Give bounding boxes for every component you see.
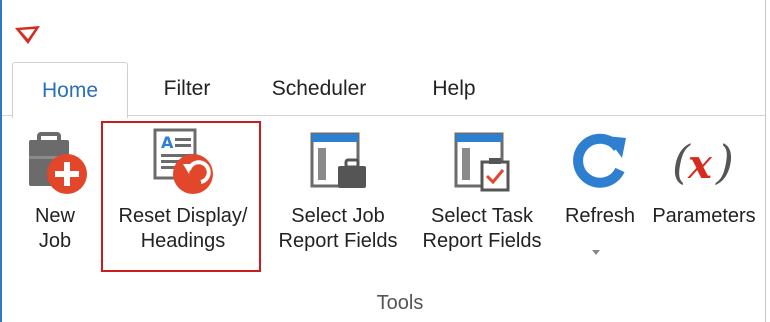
app-logo-icon[interactable] xyxy=(14,24,42,46)
refresh-label: Refresh xyxy=(565,204,635,229)
reset-display-headings-button[interactable]: A Reset Display/ Headings xyxy=(106,124,260,276)
ribbon-tab-bar: Home Filter Scheduler Help xyxy=(2,62,765,118)
parameters-icon: ( x ) xyxy=(672,135,734,189)
tab-filter[interactable]: Filter xyxy=(142,62,232,116)
new-job-label: New Job xyxy=(35,204,75,254)
select-job-report-fields-icon xyxy=(310,132,366,188)
refresh-label-line1: Refresh xyxy=(564,205,636,227)
ribbon-group-label: Tools xyxy=(376,292,424,314)
svg-text:x: x xyxy=(687,141,713,188)
select-job-label-line1: Select Job xyxy=(291,205,385,227)
parameters-button[interactable]: ( x ) Parameters xyxy=(646,124,762,276)
title-bar xyxy=(2,0,765,62)
select-job-report-fields-button[interactable]: Select Job Report Fields xyxy=(268,124,408,276)
tab-scheduler[interactable]: Scheduler xyxy=(254,62,384,116)
select-job-label-line2: Report Fields xyxy=(278,230,398,252)
tab-scheduler-label: Scheduler xyxy=(271,77,367,100)
parameters-label: Parameters xyxy=(652,204,755,229)
refresh-button[interactable]: Refresh xyxy=(558,124,642,276)
select-task-label-line2: Report Fields xyxy=(422,230,542,252)
tab-help-label: Help xyxy=(432,77,476,100)
new-job-label-line2: Job xyxy=(38,230,72,252)
reset-display-label: Reset Display/ Headings xyxy=(119,204,248,254)
reset-display-label-line1: Reset Display/ xyxy=(118,205,248,227)
tab-home-label: Home xyxy=(41,78,99,102)
reset-display-label-line2: Headings xyxy=(140,230,226,252)
refresh-icon xyxy=(573,133,626,188)
select-task-report-fields-label: Select Task Report Fields xyxy=(423,204,542,254)
new-job-icon xyxy=(29,132,87,194)
select-task-report-fields-icon xyxy=(454,132,510,192)
tab-home[interactable]: Home xyxy=(12,62,128,118)
svg-text:): ) xyxy=(715,135,734,189)
svg-text:A: A xyxy=(161,133,174,152)
select-job-report-fields-label: Select Job Report Fields xyxy=(279,204,398,254)
select-task-report-fields-button[interactable]: Select Task Report Fields xyxy=(412,124,552,276)
select-task-label-line1: Select Task xyxy=(431,205,533,227)
tab-help[interactable]: Help xyxy=(414,62,494,116)
new-job-button[interactable]: New Job xyxy=(24,124,87,276)
parameters-label-line1: Parameters xyxy=(652,205,756,227)
reset-display-icon: A xyxy=(153,128,213,194)
refresh-dropdown-caret-icon[interactable] xyxy=(592,250,600,255)
tab-filter-label: Filter xyxy=(163,77,211,100)
window-right-border xyxy=(765,0,766,322)
new-job-label-line1: New xyxy=(34,205,75,227)
